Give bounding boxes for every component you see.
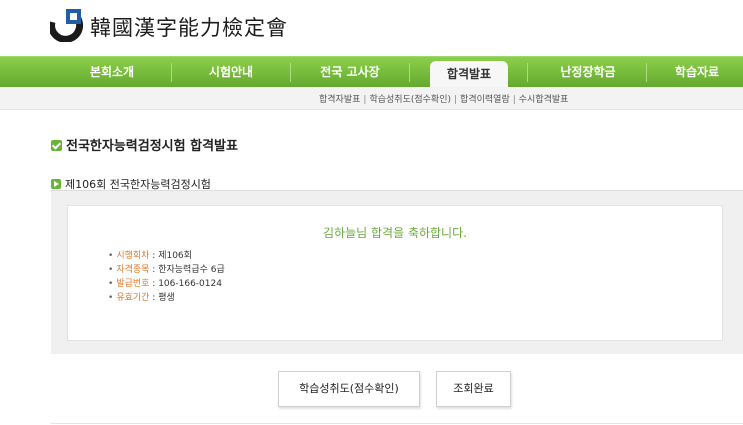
info-value: 106-166-0124: [158, 279, 222, 289]
nav-item-scholarship[interactable]: 난정장학금: [533, 57, 643, 88]
sub-nav-links: 합격자발표 | 학습성취도(점수확인) | 합격이력열람 | 수시합격발표: [319, 92, 568, 105]
subnav-link-rolling-results[interactable]: 수시합격발표: [519, 95, 569, 105]
page-title-text: 전국한자능력검정시험 합격발표: [66, 139, 238, 154]
list-item: • 유효기간 : 평생: [108, 293, 175, 303]
site-header: 韓國漢字能力檢定會: [0, 0, 743, 56]
info-label: 발급번호: [116, 279, 150, 289]
nav-divider: [646, 63, 647, 82]
info-label: 유효기간: [116, 293, 150, 303]
nav-item-test-sites[interactable]: 전국 고사장: [295, 57, 405, 88]
info-label: 자격종목: [116, 265, 150, 275]
nav-divider: [290, 63, 291, 82]
subnav-link-pass-announcement[interactable]: 합격자발표: [319, 95, 360, 105]
bottom-divider: [51, 423, 743, 424]
subnav-separator: |: [454, 95, 458, 105]
info-value: 제106회: [158, 251, 192, 261]
subnav-separator: |: [512, 95, 516, 105]
subnav-separator: |: [363, 95, 367, 105]
info-label: 시행회차: [116, 251, 150, 261]
list-item: • 발급번호 : 106-166-0124: [108, 279, 222, 289]
bullet-icon: •: [108, 279, 114, 289]
info-value: 평생: [158, 293, 175, 303]
site-logo-text[interactable]: 韓國漢字能力檢定會: [90, 12, 288, 42]
nav-item-study-materials[interactable]: 학습자료: [651, 57, 743, 88]
list-item: • 자격종목 : 한자능력급수 6급: [108, 265, 225, 275]
done-button[interactable]: 조회완료: [436, 371, 511, 407]
nav-item-exam-info[interactable]: 시험안내: [176, 57, 286, 88]
info-value: 한자능력급수 6급: [158, 265, 225, 275]
result-card: 김하늘님 합격을 축하합니다. • 시행회차 : 제106회 • 자격종목 : 한자…: [67, 205, 723, 341]
nav-divider: [171, 63, 172, 82]
nav-item-results[interactable]: 합격발표: [430, 61, 508, 88]
page-title: 전국한자능력검정시험 합격발표: [51, 135, 238, 154]
main-nav: 본회소개 시험안내 전국 고사장 합격발표 난정장학금 학습자료: [0, 56, 743, 88]
sub-nav: 합격자발표 | 학습성취도(점수확인) | 합격이력열람 | 수시합격발표: [0, 87, 743, 110]
congrats-message: 김하늘님 합격을 축하합니다.: [323, 226, 467, 240]
bullet-icon: •: [108, 265, 114, 275]
arrow-right-icon: [51, 179, 61, 189]
nav-divider: [527, 63, 528, 82]
bullet-icon: •: [108, 293, 114, 303]
subnav-link-score-check[interactable]: 학습성취도(점수확인): [369, 95, 451, 105]
result-info-list: • 시행회차 : 제106회 • 자격종목 : 한자능력급수 6급 • 발급번호 : …: [108, 249, 225, 305]
subnav-link-pass-history[interactable]: 합격이력열람: [460, 95, 510, 105]
result-panel: 김하늘님 합격을 축하합니다. • 시행회차 : 제106회 • 자격종목 : 한자…: [51, 191, 743, 354]
list-item: • 시행회차 : 제106회: [108, 251, 192, 261]
logo-icon[interactable]: [50, 8, 84, 42]
check-icon: [51, 140, 62, 151]
score-check-button[interactable]: 학습성취도(점수확인): [278, 371, 420, 407]
nav-item-about[interactable]: 본회소개: [57, 57, 167, 88]
nav-divider: [409, 63, 410, 82]
bullet-icon: •: [108, 251, 114, 261]
